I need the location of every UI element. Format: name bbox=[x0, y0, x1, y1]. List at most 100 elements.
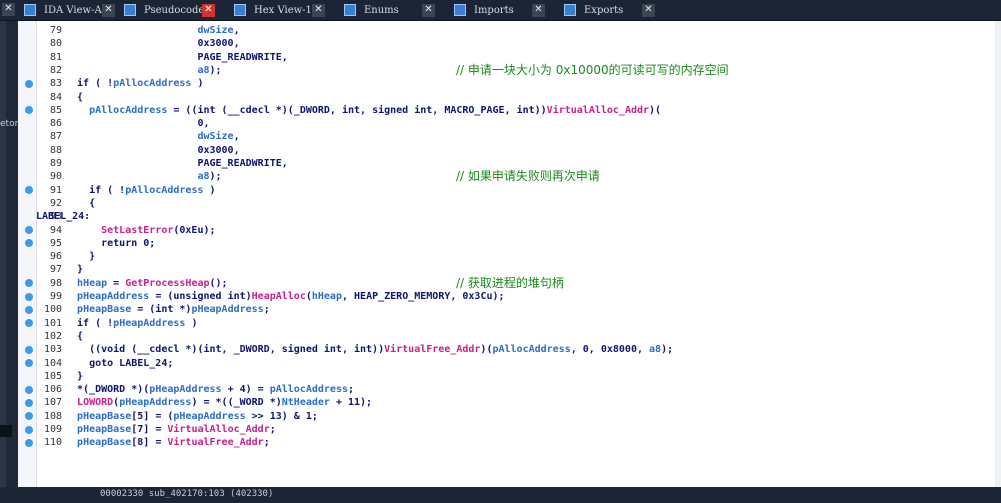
line-number: 104 bbox=[43, 357, 62, 369]
code-text: { bbox=[65, 91, 84, 103]
line-number: 85 bbox=[49, 104, 62, 116]
code-text: 0x3000, bbox=[65, 144, 240, 156]
code-text: PAGE_READWRITE, bbox=[65, 51, 288, 63]
breakpoint-dot[interactable] bbox=[25, 425, 33, 434]
code-text: return 0; bbox=[65, 237, 156, 249]
code-text: *(_DWORD *)(pHeapAddress + 4) = pAllocAd… bbox=[65, 384, 355, 396]
code-text: hHeap = GetProcessHeap(); bbox=[77, 277, 228, 289]
code-text: pAllocAddress = ((int (__cdecl *)(_DWORD… bbox=[89, 104, 662, 116]
close-tab-icon[interactable]: ✕ bbox=[312, 4, 325, 17]
tab-label: Exports bbox=[584, 5, 624, 16]
breakpoint-dot[interactable] bbox=[25, 359, 33, 367]
line-number: 106 bbox=[43, 384, 62, 396]
line-number: 101 bbox=[43, 317, 62, 329]
line-number: 91 bbox=[49, 184, 62, 196]
line-number: 83 bbox=[49, 78, 62, 90]
line-number: 110 bbox=[43, 437, 62, 449]
code-text: } bbox=[65, 264, 84, 276]
code-text: PAGE_READWRITE, bbox=[65, 158, 288, 169]
breakpoint-dot[interactable] bbox=[25, 305, 33, 314]
tab-ida-view-a[interactable]: IDA View-A ✕ bbox=[20, 2, 120, 19]
code-text: a8); bbox=[197, 171, 222, 183]
line-number: 81 bbox=[49, 51, 62, 63]
close-icon[interactable]: ✕ bbox=[2, 3, 15, 16]
code-text: } bbox=[65, 251, 96, 263]
code-text: if ( !pAllocAddress ) bbox=[65, 184, 216, 196]
breakpoint-dot[interactable] bbox=[25, 385, 33, 394]
tab-label: Enums bbox=[364, 5, 399, 16]
code-text: pHeapAddress = (unsigned int)HeapAlloc(h… bbox=[77, 291, 505, 302]
view-icon bbox=[454, 4, 466, 16]
line-number: 84 bbox=[49, 91, 62, 103]
code-text: pHeapBase = (int *)pHeapAddress; bbox=[77, 304, 270, 316]
line-number: 92 bbox=[49, 197, 62, 209]
code-text: pHeapBase[5] = (pHeapAddress >> 13) & 1; bbox=[77, 410, 318, 422]
close-tab-icon[interactable]: ✕ bbox=[422, 4, 435, 17]
code-text: 0, bbox=[65, 118, 210, 130]
code-comment: // 获取进程的堆句柄 bbox=[456, 275, 564, 290]
line-number: 90 bbox=[49, 171, 62, 183]
close-tab-icon[interactable]: ✕ bbox=[102, 4, 115, 17]
code-label: LABEL_24: bbox=[36, 211, 91, 223]
line-number: 102 bbox=[43, 330, 62, 342]
breakpoint-dot[interactable] bbox=[25, 345, 33, 354]
breakpoint-dot[interactable] bbox=[25, 226, 33, 234]
code-comment: // 申请一块大小为 0x10000的可读可写的内存空间 bbox=[456, 62, 729, 77]
breakpoint-dot[interactable] bbox=[25, 398, 33, 407]
tab-bar: ✕ IDA View-A ✕ Pseudocode-A ✕ Hex View-1 ✕ Enu… bbox=[0, 0, 1001, 21]
line-number: 95 bbox=[49, 237, 62, 249]
tab-pseudocode-a[interactable]: Pseudocode-A ✕ bbox=[120, 2, 220, 19]
line-number: 98 bbox=[49, 277, 62, 289]
code-text: SetLastError(0xEu); bbox=[101, 224, 216, 236]
status-bar: 00002330 sub_402170:103 (402330) bbox=[0, 487, 1001, 503]
line-number: 109 bbox=[43, 424, 62, 435]
status-text: 00002330 sub_402170:103 (402330) bbox=[100, 489, 274, 499]
close-tab-icon[interactable]: ✕ bbox=[202, 4, 215, 17]
tab-imports[interactable]: Imports ✕ bbox=[450, 2, 550, 19]
vertical-scrollbar[interactable] bbox=[995, 21, 1001, 487]
pseudocode-view[interactable]: 79 dwSize, 80 0x3000, 81 PAGE_READWRITE, 82… bbox=[36, 21, 1001, 487]
breakpoint-dot[interactable] bbox=[25, 79, 33, 88]
line-number: 103 bbox=[43, 344, 62, 356]
view-icon bbox=[564, 4, 576, 16]
code-text: a8); bbox=[197, 64, 222, 76]
tab-hex-view-1[interactable]: Hex View-1 ✕ bbox=[230, 2, 330, 19]
code-text: dwSize, bbox=[197, 131, 240, 143]
code-text: goto LABEL_24; bbox=[65, 357, 174, 369]
line-number: 99 bbox=[49, 291, 62, 302]
tab-label: Imports bbox=[474, 5, 514, 16]
code-text: if ( !pAllocAddress ) bbox=[65, 78, 204, 90]
tab-label: Hex View-1 bbox=[254, 5, 312, 16]
line-number: 105 bbox=[43, 370, 62, 382]
view-icon bbox=[24, 4, 36, 16]
code-text: LOWORD(pHeapAddress) = *((_WORD *)NtHead… bbox=[77, 397, 373, 409]
view-icon bbox=[124, 4, 136, 16]
left-panel: etor bbox=[0, 21, 18, 503]
line-number: 96 bbox=[49, 251, 62, 263]
code-text: if ( !pHeapAddress ) bbox=[65, 317, 198, 329]
code-text: pHeapBase[8] = VirtualFree_Addr; bbox=[77, 437, 270, 449]
line-number: 89 bbox=[49, 158, 62, 169]
code-text: dwSize, bbox=[197, 25, 240, 36]
breakpoint-dot[interactable] bbox=[25, 438, 33, 447]
line-number: 86 bbox=[49, 118, 62, 130]
line-number: 100 bbox=[43, 304, 62, 316]
code-text: pHeapBase[7] = VirtualAlloc_Addr; bbox=[77, 424, 276, 435]
line-number: 107 bbox=[43, 397, 62, 409]
close-tab-icon[interactable]: ✕ bbox=[642, 4, 655, 17]
panel-marker bbox=[0, 425, 12, 437]
panel-label: etor bbox=[0, 119, 19, 129]
line-number: 94 bbox=[49, 224, 62, 236]
code-text: 0x3000, bbox=[65, 38, 240, 50]
line-number: 80 bbox=[49, 38, 62, 50]
line-number: 79 bbox=[49, 25, 62, 36]
line-number: 97 bbox=[49, 264, 62, 276]
code-text: { bbox=[65, 330, 84, 342]
tab-enums[interactable]: Enums ✕ bbox=[340, 2, 440, 19]
close-tab-icon[interactable]: ✕ bbox=[532, 4, 545, 17]
breakpoint-dot[interactable] bbox=[25, 292, 33, 301]
code-text: } bbox=[65, 370, 84, 382]
tab-exports[interactable]: Exports ✕ bbox=[560, 2, 660, 19]
code-text: ((void (__cdecl *)(int, _DWORD, signed i… bbox=[65, 344, 674, 356]
view-icon bbox=[234, 4, 246, 16]
